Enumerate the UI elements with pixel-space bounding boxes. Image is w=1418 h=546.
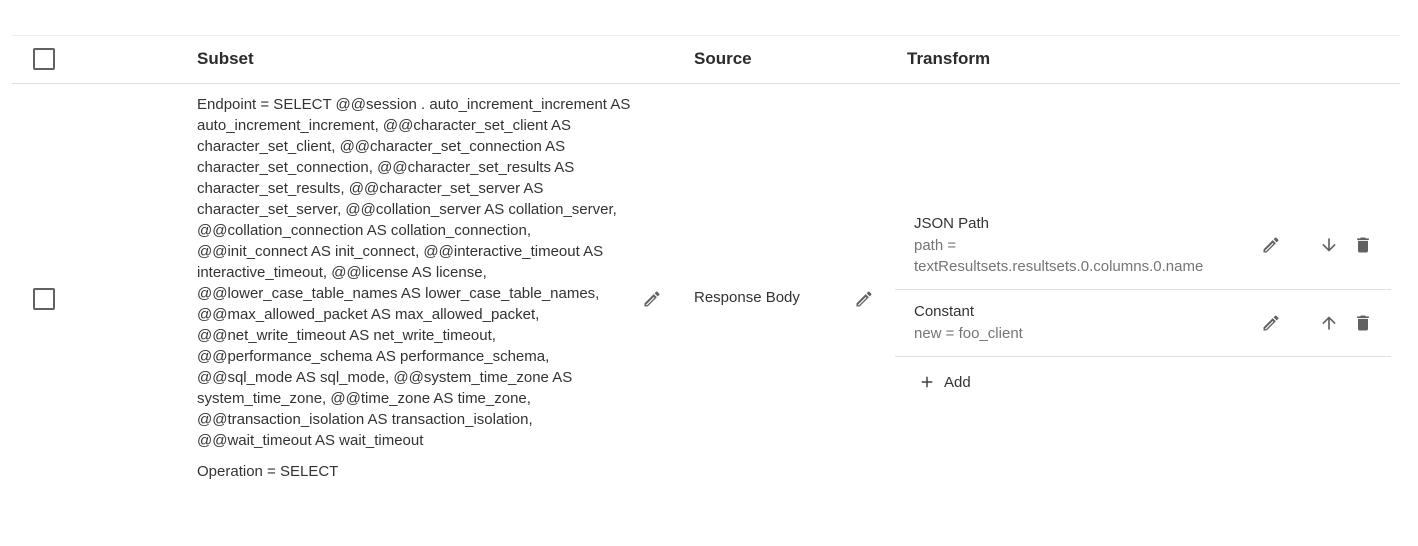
pencil-icon (856, 291, 872, 307)
transform-detail-line1: new = foo_client (914, 325, 1023, 342)
trash-icon (1357, 237, 1369, 253)
source-value: Response Body (694, 289, 800, 306)
transform-item-constant: Constant new = foo_client (895, 290, 1391, 357)
delete-transform-button[interactable] (1351, 233, 1375, 257)
select-all-checkbox[interactable] (33, 48, 55, 70)
transform-detail-line2: textResultsets.resultsets.0.columns.0.na… (914, 258, 1204, 275)
add-transform-button[interactable]: Add (918, 370, 971, 394)
arrow-down-icon (1322, 238, 1336, 252)
transform-name: JSON Path (914, 215, 990, 232)
subset-operation: Operation = SELECT (197, 463, 339, 480)
arrow-up-icon (1322, 316, 1336, 330)
edit-subset-button[interactable] (640, 287, 664, 311)
header-source: Source (694, 49, 752, 68)
pencil-icon (644, 291, 660, 307)
move-down-button[interactable] (1317, 233, 1341, 257)
plus-icon (921, 376, 933, 388)
trash-icon (1357, 315, 1369, 331)
delete-transform-button[interactable] (1351, 311, 1375, 335)
subset-cell: Endpoint = SELECT @@session . auto_incre… (197, 94, 637, 482)
table-header-row: Subset Source Transform (12, 35, 1400, 84)
move-up-button[interactable] (1317, 311, 1341, 335)
pencil-icon (1263, 315, 1279, 331)
subset-endpoint: Endpoint = SELECT @@session . auto_incre… (197, 96, 631, 449)
edit-transform-button[interactable] (1259, 311, 1283, 335)
transform-item-json-path: JSON Path path = textResultsets.resultse… (895, 203, 1391, 290)
header-subset: Subset (197, 49, 254, 68)
header-transform: Transform (907, 49, 991, 68)
edit-transform-button[interactable] (1259, 233, 1283, 257)
rules-table: Subset Source Transform Endpoint = SELEC… (12, 35, 1400, 514)
add-transform-label: Add (944, 373, 971, 391)
transform-name: Constant (914, 303, 975, 320)
pencil-icon (1263, 237, 1279, 253)
table-row: Endpoint = SELECT @@session . auto_incre… (12, 84, 1400, 514)
transform-detail-line1: path = (914, 237, 957, 254)
transform-list: JSON Path path = textResultsets.resultse… (895, 203, 1391, 391)
row-select-checkbox[interactable] (33, 288, 55, 310)
edit-source-button[interactable] (852, 287, 876, 311)
